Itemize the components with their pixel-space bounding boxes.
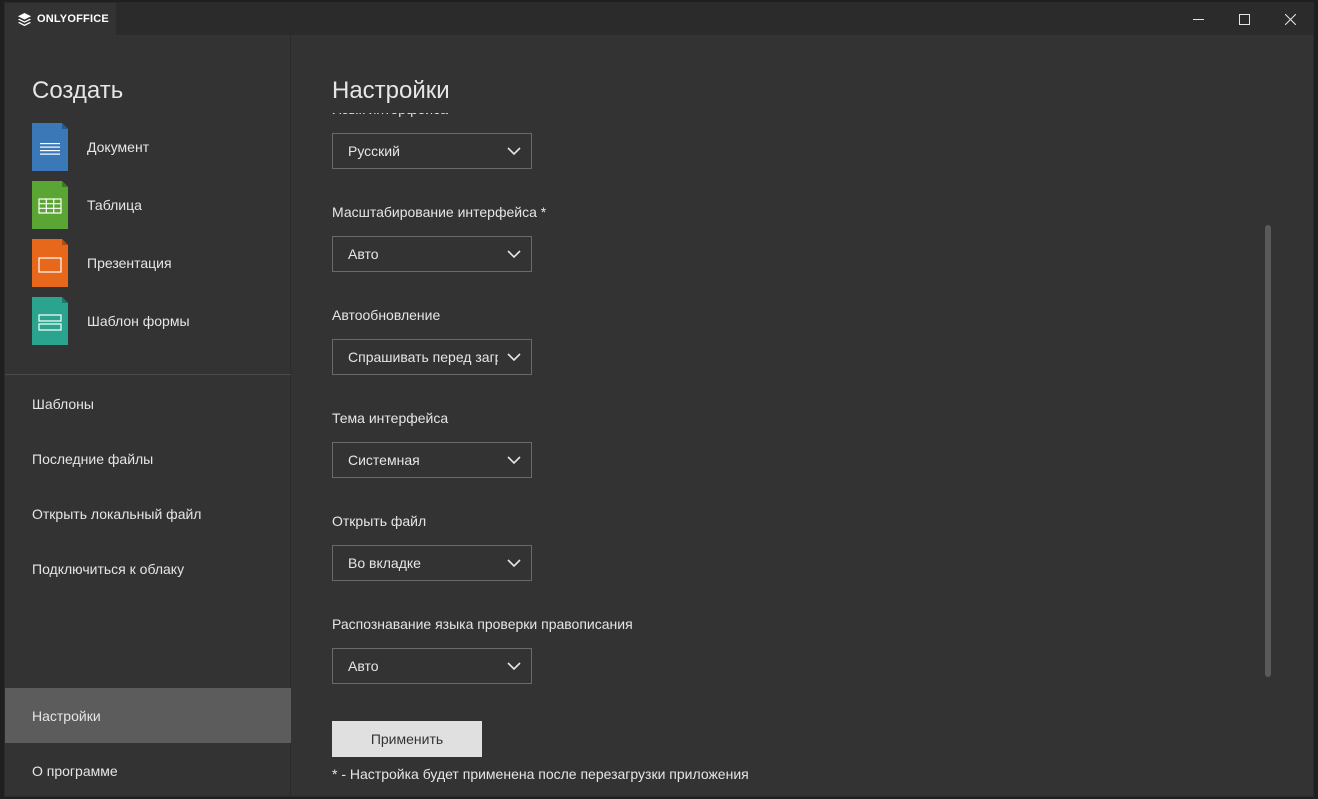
spreadsheet-icon [32, 181, 68, 229]
setting-label: Язык интерфейса [332, 113, 532, 121]
setting-label: Распознавание языка проверки правописани… [332, 616, 633, 632]
select-value: Авто [348, 658, 379, 674]
app-tab[interactable]: ONLYOFFICE [5, 3, 116, 35]
minimize-button[interactable] [1175, 3, 1221, 35]
chevron-down-icon [507, 250, 521, 259]
chevron-down-icon [507, 353, 521, 362]
create-spreadsheet-label: Таблица [87, 197, 142, 213]
create-title: Создать [32, 77, 124, 104]
select-value: Спрашивать перед загрузкой [348, 349, 498, 365]
onlyoffice-logo-icon [17, 12, 32, 26]
maximize-icon [1238, 13, 1250, 25]
setting-interface-language: Язык интерфейса Русский [332, 113, 532, 169]
setting-interface-theme: Тема интерфейса Системная [332, 410, 532, 478]
sidebar-item-templates[interactable]: Шаблоны [5, 376, 291, 431]
create-document-item[interactable]: Документ [32, 123, 282, 171]
app-name: ONLYOFFICE [37, 13, 109, 25]
setting-label: Тема интерфейса [332, 410, 449, 426]
page-title: Настройки [332, 77, 450, 104]
app-window: ONLYOFFICE Создать Документ Таблица През… [4, 2, 1314, 797]
create-form-template-label: Шаблон формы [87, 313, 190, 329]
sidebar-item-about[interactable]: О программе [5, 743, 291, 796]
setting-label: Автообновление [332, 307, 441, 323]
select-value: Во вкладке [348, 555, 421, 571]
setting-interface-scaling: Масштабирование интерфейса * Авто [332, 204, 546, 272]
select-value: Системная [348, 452, 420, 468]
chevron-down-icon [507, 662, 521, 671]
chevron-down-icon [507, 559, 521, 568]
spellcheck-language-select[interactable]: Авто [332, 648, 532, 684]
chevron-down-icon [507, 147, 521, 156]
settings-scrollbar[interactable] [1265, 225, 1271, 677]
setting-spellcheck-language: Распознавание языка проверки правописани… [332, 616, 633, 684]
auto-update-select[interactable]: Спрашивать перед загрузкой [332, 339, 532, 375]
open-file-select[interactable]: Во вкладке [332, 545, 532, 581]
interface-scaling-select[interactable]: Авто [332, 236, 532, 272]
title-bar: ONLYOFFICE [5, 3, 1313, 35]
sidebar-item-recent-files[interactable]: Последние файлы [5, 431, 291, 486]
create-document-label: Документ [87, 139, 150, 155]
chevron-down-icon [507, 456, 521, 465]
setting-auto-update: Автообновление Спрашивать перед загрузко… [332, 307, 532, 375]
setting-label: Масштабирование интерфейса * [332, 204, 547, 220]
select-value: Авто [348, 246, 379, 262]
close-icon [1284, 13, 1296, 25]
close-button[interactable] [1267, 3, 1313, 35]
document-icon [32, 123, 68, 171]
presentation-icon [32, 239, 68, 287]
sidebar-divider [5, 374, 291, 375]
select-value: Русский [348, 143, 400, 159]
apply-button[interactable]: Применить [332, 721, 482, 757]
restart-footnote: * - Настройка будет применена после пере… [332, 766, 749, 782]
interface-theme-select[interactable]: Системная [332, 442, 532, 478]
main-panel: Настройки Язык интерфейса Русский Масшта… [292, 35, 1313, 796]
maximize-button[interactable] [1221, 3, 1267, 35]
create-presentation-item[interactable]: Презентация [32, 239, 282, 287]
settings-list[interactable]: Язык интерфейса Русский Масштабирование … [332, 113, 1032, 713]
sidebar: Создать Документ Таблица Презентация Шаб… [5, 35, 291, 796]
setting-open-file: Открыть файл Во вкладке [332, 513, 532, 581]
interface-language-select[interactable]: Русский [332, 133, 532, 169]
minimize-icon [1192, 18, 1204, 20]
sidebar-item-connect-cloud[interactable]: Подключиться к облаку [5, 541, 291, 596]
setting-label: Открыть файл [332, 513, 427, 529]
form-template-icon [32, 297, 68, 345]
create-spreadsheet-item[interactable]: Таблица [32, 181, 282, 229]
sidebar-item-open-local-file[interactable]: Открыть локальный файл [5, 486, 291, 541]
create-form-template-item[interactable]: Шаблон формы [32, 297, 282, 345]
sidebar-item-settings[interactable]: Настройки [5, 688, 291, 743]
create-presentation-label: Презентация [87, 255, 172, 271]
